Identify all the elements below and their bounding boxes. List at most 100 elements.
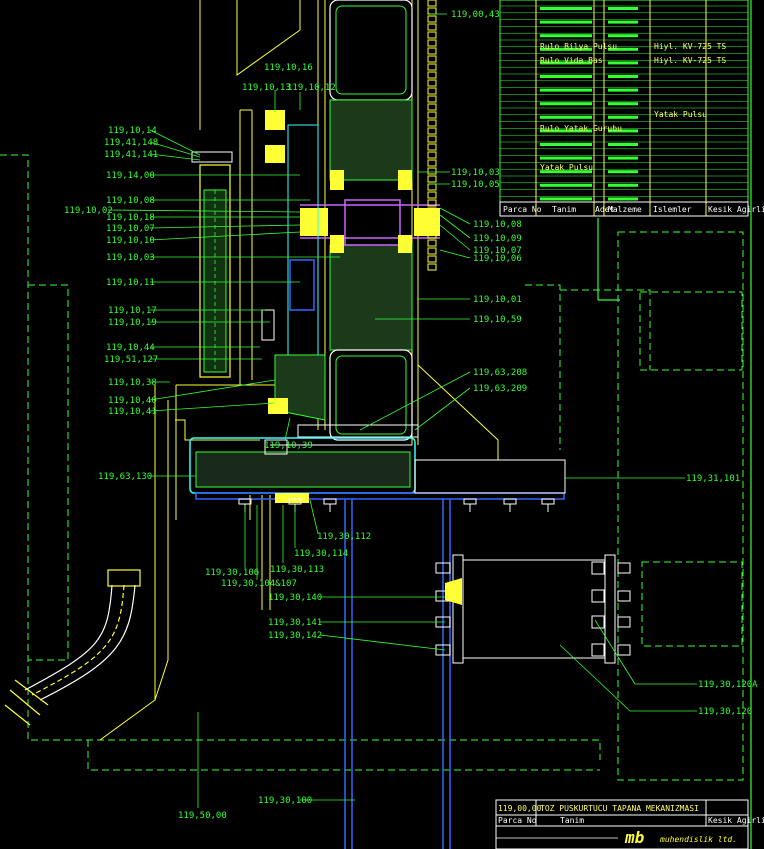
label-119-10-10: 119,10,10 (106, 236, 155, 246)
label-119-63-130: 119,63,130 (98, 472, 152, 482)
label-119-10-11: 119,10,11 (106, 278, 155, 288)
chain-link (427, 167, 437, 175)
label-119-00-43: 119,00,43 (451, 10, 500, 20)
label-119-30-120A: 119,30,120A (698, 680, 758, 690)
label-119-10-39: 119,10,39 (264, 441, 313, 451)
label-119-30-104: 119,30,104&107 (221, 579, 297, 589)
title-drawing-no: 119,00,00 (498, 804, 542, 813)
label-119-31-101: 119,31,101 (686, 474, 740, 484)
table-cell-fill (540, 75, 592, 78)
label-119-10-14: 119,10,14 (108, 126, 157, 136)
label-119-10-08-right: 119,10,08 (473, 220, 522, 230)
title-weight-label: Kesik Agirlik (708, 816, 764, 825)
chain-link (427, 79, 437, 87)
flange-nut (591, 643, 605, 657)
label-119-10-40: 119,10,40 (108, 396, 157, 406)
cad-drawing: Parca No Tanim Adet Malzeme Islemler Kes… (0, 0, 764, 849)
table-cell-fill (608, 183, 638, 187)
title-description-label: Tanim (560, 816, 584, 825)
label-119-30-114: 119,30,114 (294, 549, 348, 559)
label-119-10-01: 119,10,01 (473, 295, 522, 305)
title-part-no-label: Parca No (498, 816, 537, 825)
label-119-30-120: 119,30,120 (698, 707, 752, 717)
table-row-desc: Rulo Bilya Pulsu (540, 42, 617, 51)
flange-bolt (617, 562, 631, 574)
chain-link (427, 23, 437, 31)
chain-link (427, 39, 437, 47)
chain-link (427, 143, 437, 151)
table-cell-fill (608, 197, 638, 201)
table-cell-fill (608, 102, 638, 106)
table-cell-fill (540, 88, 592, 92)
label-119-10-12: 119,10,12 (287, 83, 336, 93)
label-119-10-03: 119,10,03 (106, 253, 155, 263)
label-119-10-13: 119,10,13 (242, 83, 291, 93)
table-header-material: Malzeme (608, 205, 642, 214)
label-119-10-05: 119,10,05 (451, 180, 500, 190)
flange-nut (591, 615, 605, 629)
label-119-30-100: 119,30,100 (258, 796, 312, 806)
table-cell-fill (608, 143, 638, 146)
chain-link (427, 87, 437, 95)
table-header-part-no: Parca No (503, 205, 542, 214)
table-cell-fill (540, 156, 592, 160)
table-cell-fill (608, 61, 638, 65)
chain-link (427, 191, 437, 199)
label-119-10-59: 119,10,59 (473, 315, 522, 325)
chain-link (427, 95, 437, 103)
table-row-desc: Rulo Yatak Gurubu (540, 124, 622, 133)
label-119-10-09: 119,10,09 (473, 234, 522, 244)
table-row-desc: Yatak Pulsu (540, 163, 593, 172)
label-119-10-08: 119,10,08 (106, 196, 155, 206)
label-119-10-18: 119,10,18 (106, 213, 155, 223)
label-119-10-16: 119,10,16 (264, 63, 313, 73)
title-text: TOZ PUSKURTUCU TAPANA MEKANIZMASI (540, 804, 699, 813)
chain-link (427, 175, 437, 183)
label-119-10-41: 119,10,41 (108, 407, 157, 417)
label-119-30-142: 119,30,142 (268, 631, 322, 641)
label-119-41-148: 119,41,148 (104, 138, 158, 148)
table-cell-fill (608, 75, 638, 78)
table-cell-fill (540, 115, 592, 119)
label-119-14-00: 119,14,00 (106, 171, 155, 181)
table-cell-fill (608, 170, 638, 174)
table-cell-fill (540, 34, 592, 38)
table-row-note: Hiyl. KV-725 TS (654, 42, 726, 51)
table-header-notes: Islemler (653, 205, 692, 214)
label-119-63-209: 119,63,209 (473, 384, 527, 394)
table-row-desc: Rulo Vida Bas (540, 56, 603, 65)
label-119-10-06: 119,10,06 (473, 254, 522, 264)
chain-link (427, 0, 437, 7)
chain-link (427, 159, 437, 167)
table-cell-fill (540, 20, 592, 24)
table-cell-fill (608, 88, 638, 92)
company-logo: mb (624, 828, 645, 847)
flange-bolt (617, 644, 631, 656)
label-119-10-17: 119,10,17 (108, 306, 157, 316)
flange-connection (435, 554, 631, 664)
table-cell-fill (540, 183, 592, 187)
label-119-10-19: 119,10,19 (108, 318, 157, 328)
chain-link (427, 119, 437, 127)
flange-bolt (617, 590, 631, 602)
table-cell-fill (540, 197, 592, 201)
table-cell-fill (608, 156, 638, 160)
label-119-10-03-right: 119,10,03 (451, 168, 500, 178)
chain-link (427, 31, 437, 39)
label-119-10-44: 119,10,44 (106, 343, 155, 353)
label-119-63-208: 119,63,208 (473, 368, 527, 378)
label-119-41-141: 119,41,141 (104, 150, 158, 160)
title-block: 119,00,00 TOZ PUSKURTUCU TAPANA MEKANIZM… (495, 799, 764, 849)
table-header-description: Tanim (552, 205, 576, 214)
flange-nut (591, 589, 605, 603)
table-cell-fill (540, 102, 592, 106)
table-cell-fill (540, 7, 592, 10)
label-119-50-00: 119,50,00 (178, 811, 227, 821)
table-cell-fill (608, 7, 638, 10)
chain-link (427, 63, 437, 71)
chain-link (427, 47, 437, 55)
parts-table: Parca No Tanim Adet Malzeme Islemler Kes… (499, 0, 764, 217)
table-cell-fill (608, 115, 638, 119)
table-row-note: Yatak Pulsu (654, 110, 707, 119)
label-119-30-113: 119,30,113 (270, 565, 324, 575)
